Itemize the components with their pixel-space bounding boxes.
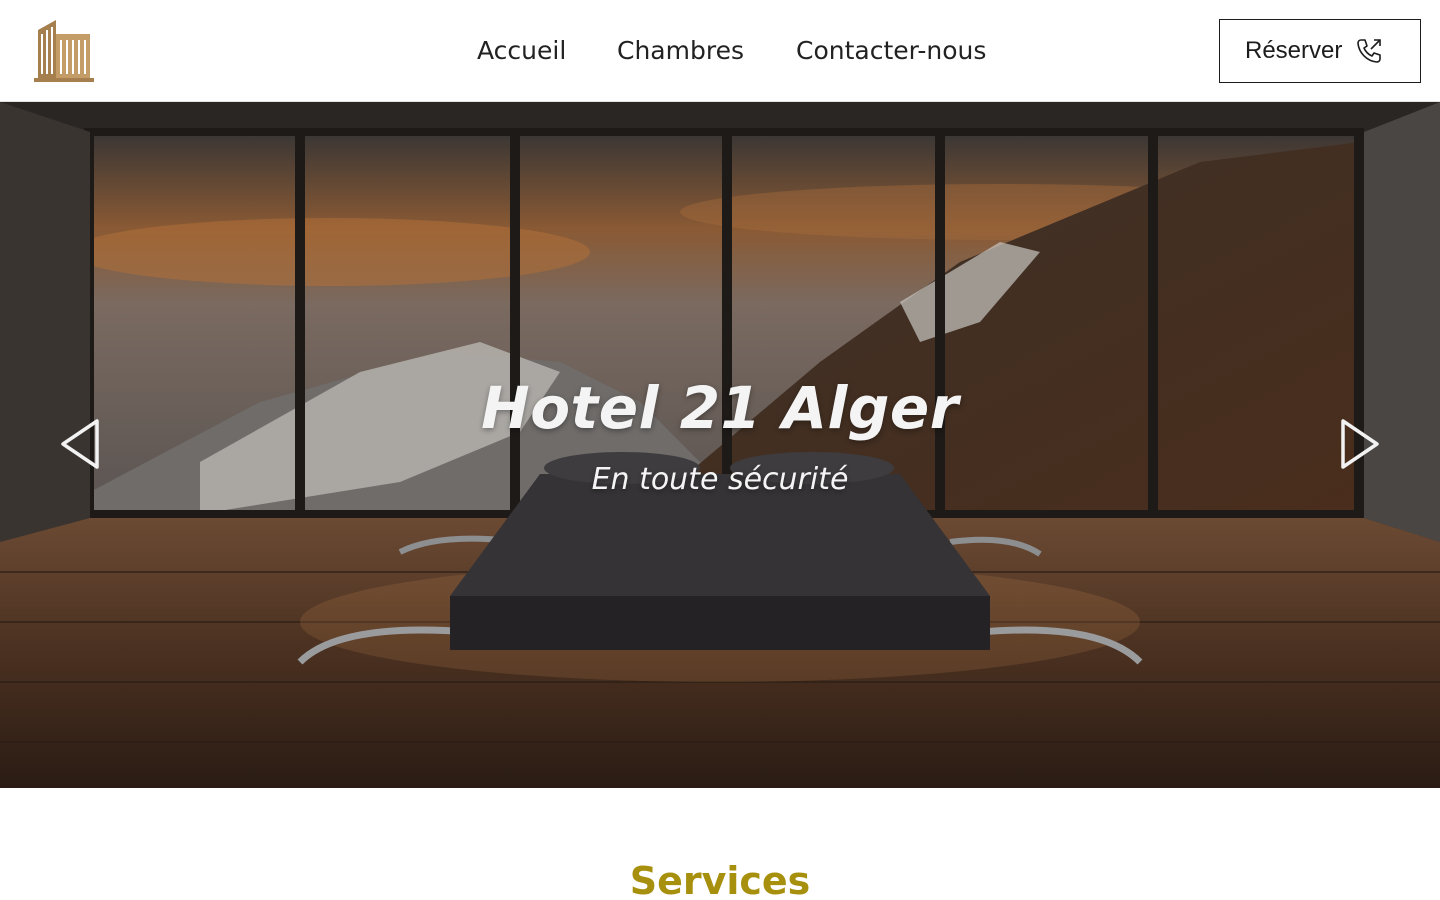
hero-title: Hotel 21 Alger xyxy=(481,374,959,442)
slider-next-button[interactable] xyxy=(1339,418,1381,470)
services-heading: Services xyxy=(629,859,811,900)
chevron-left-icon xyxy=(61,419,99,469)
nav-chambres[interactable]: Chambres xyxy=(617,34,744,68)
reserve-button[interactable]: Réserver xyxy=(1219,19,1421,83)
slider-prev-button[interactable] xyxy=(59,418,101,470)
chevron-right-icon xyxy=(1341,419,1379,469)
hero-slider: Hotel 21 Alger En toute sécurité xyxy=(0,102,1440,788)
nav-accueil[interactable]: Accueil xyxy=(477,34,566,68)
hero-subtitle: En toute sécurité xyxy=(591,462,849,497)
site-header: Accueil Chambres Contacter-nous Réserver xyxy=(0,0,1440,102)
reserve-label: Réserver xyxy=(1245,37,1343,64)
phone-outgoing-icon xyxy=(1354,36,1384,66)
hero-image xyxy=(0,102,1440,788)
nav-contact[interactable]: Contacter-nous xyxy=(796,34,986,68)
